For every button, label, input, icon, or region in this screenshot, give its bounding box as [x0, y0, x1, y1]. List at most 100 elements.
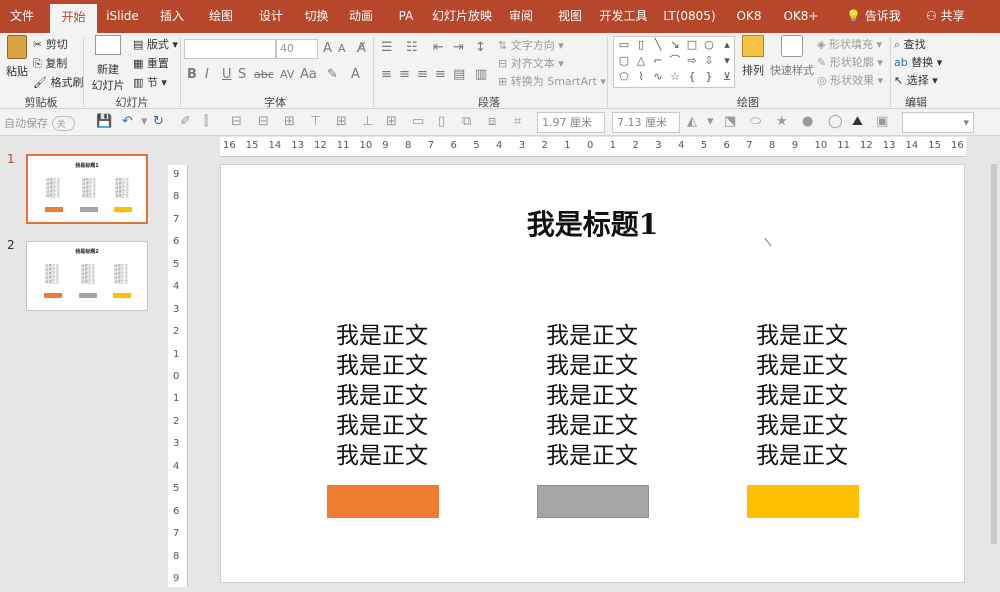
curved-connector-shape-icon[interactable]: ⌒ — [668, 55, 682, 67]
gallery-scroll-up-icon[interactable]: ▴ — [720, 39, 734, 51]
circle-icon[interactable]: ● — [802, 114, 813, 129]
tab-2[interactable]: iSlide — [97, 0, 148, 33]
find-button[interactable]: ⌕ 查找 — [894, 36, 926, 52]
highlight-icon[interactable]: ✎ — [327, 67, 338, 82]
distribute-v-icon[interactable]: ⊞ — [386, 114, 397, 129]
freeform-shape-icon[interactable]: ⌇ — [634, 71, 648, 83]
curve-shape-icon[interactable]: ∿ — [651, 71, 665, 83]
shape-icon[interactable]: ⬭ — [750, 114, 761, 129]
vertical-textbox-shape-icon[interactable]: ▯ — [634, 39, 648, 51]
horizontal-ruler[interactable]: 16 15 14 13 12 11 10 9 8 7 6 5 4 3 2 1 0 1 2 3 4 5 6 7 8 9 10 11 12 1… — [220, 137, 966, 157]
eyedropper-icon[interactable]: ✐ — [180, 114, 191, 129]
save-icon[interactable]: 💾 — [96, 114, 112, 129]
share-button[interactable]: ⚇ 共享 — [926, 0, 965, 33]
format-painter-button[interactable]: 🖌 格式刷 — [33, 74, 83, 90]
align-bottom-icon[interactable]: ⊥ — [362, 114, 373, 129]
body-text-column-3[interactable]: 我是正文 我是正文 我是正文 我是正文 我是正文 — [737, 321, 867, 471]
shape-fill-button[interactable]: ◈ 形状填充 ▾ — [817, 36, 882, 52]
align-right-h-icon[interactable]: ⊟ — [258, 114, 269, 129]
gallery-scroll-down-icon[interactable]: ▾ — [720, 55, 734, 67]
strikethrough-icon[interactable]: abc — [254, 68, 274, 81]
font-size-input[interactable]: 40 — [276, 39, 318, 59]
elbow-connector-shape-icon[interactable]: ⌐ — [651, 55, 665, 67]
line-shape-icon[interactable]: ╲ — [651, 39, 665, 51]
slide-canvas[interactable]: 我是标题1 我是正文 我是正文 我是正文 我是正文 我是正文 我是正文 我是正文 我是正文我… — [220, 164, 965, 583]
arrow-shape-icon[interactable]: ↘ — [668, 39, 682, 51]
shapes-gallery[interactable]: ▭ ▯ ╲ ↘ □ ○ ▢ △ ⌐ ⌒ ⇨ ⇩ ⬠ ⌇ ∿ ☆ { } ▴ ▾ … — [613, 36, 735, 88]
tab-12[interactable]: 开发工具 — [595, 0, 652, 33]
italic-icon[interactable]: I — [205, 67, 209, 82]
tab-10[interactable]: 审阅 — [497, 0, 545, 33]
star-shape-icon[interactable]: ☆ — [668, 71, 682, 83]
replace-button[interactable]: ab 替换 ▾ — [894, 54, 942, 70]
same-width-icon[interactable]: ▭ — [412, 114, 424, 129]
line-spacing-icon[interactable]: ↕ — [475, 40, 486, 55]
shape-width-field[interactable]: 7.13 厘米 — [612, 112, 680, 133]
increase-indent-icon[interactable]: ⇥ — [453, 40, 464, 55]
same-height-icon[interactable]: ▯ — [438, 114, 445, 129]
columns-icon[interactable]: ▥ — [475, 67, 487, 82]
tab-3[interactable]: 插入 — [148, 0, 196, 33]
triangle-shape-icon[interactable]: △ — [634, 55, 648, 67]
oval-shape-icon[interactable]: ○ — [702, 39, 716, 51]
down-arrow-shape-icon[interactable]: ⇩ — [702, 55, 716, 67]
convert-smartart-button[interactable]: ⊞ 转换为 SmartArt ▾ — [498, 73, 606, 89]
align-right-icon[interactable]: ≡ — [417, 67, 428, 82]
align-icon[interactable]: ⫿ — [204, 114, 208, 129]
layout-button[interactable]: ▤ 版式 ▾ — [133, 36, 178, 52]
rounded-rect-shape-icon[interactable]: ▢ — [617, 55, 631, 67]
align-center-h-icon[interactable]: ⊟ — [231, 114, 242, 129]
decrease-indent-icon[interactable]: ⇤ — [433, 40, 444, 55]
vertical-ruler[interactable]: 9 8 7 6 5 4 3 2 1 0 1 2 3 4 5 6 7 8 9 — [168, 165, 188, 587]
left-brace-shape-icon[interactable]: { — [685, 71, 699, 83]
cut-button[interactable]: ✂ 剪切 — [33, 36, 68, 52]
ungroup-icon[interactable]: ⧈ — [488, 114, 496, 129]
group-icon[interactable]: ⧉ — [462, 114, 471, 129]
body-text-column-2[interactable]: 我是正文 我是正文 我是正文 我是正文 我是正文 — [527, 321, 657, 471]
font-name-input[interactable] — [184, 39, 276, 59]
change-case-icon[interactable]: Aa — [300, 67, 317, 82]
new-slide-button[interactable]: 新建 幻灯片 — [87, 35, 129, 93]
body-text-column-1[interactable]: 我是正文 我是正文 我是正文 我是正文 我是正文 — [317, 321, 447, 471]
align-left-icon[interactable]: ≡ — [381, 67, 392, 82]
image-icon[interactable]: ▣ — [876, 114, 888, 129]
justify-icon[interactable]: ≡ — [435, 67, 446, 82]
tab-11[interactable]: 视图 — [545, 0, 595, 33]
tab-14[interactable]: OK8 — [727, 0, 771, 33]
tab-4[interactable]: 绘图 — [196, 0, 246, 33]
format-painter-qat-icon[interactable]: ⬔ — [724, 114, 736, 129]
color-bar-orange[interactable] — [327, 485, 439, 518]
text-direction-button[interactable]: ⇅ 文字方向 ▾ — [498, 37, 564, 53]
font-color-icon[interactable]: A — [351, 67, 360, 82]
tab-5[interactable]: 设计 — [246, 0, 296, 33]
right-arrow-shape-icon[interactable]: ⇨ — [685, 55, 699, 67]
distributed-icon[interactable]: ▤ — [453, 67, 465, 82]
underline-icon[interactable]: U — [222, 67, 232, 82]
bullets-icon[interactable]: ☰ — [381, 40, 393, 55]
pentagon-shape-icon[interactable]: ⬠ — [617, 71, 631, 83]
shadow-icon[interactable]: S — [238, 67, 246, 82]
picture-icon[interactable]: ⛰ — [852, 114, 863, 129]
undo-icon[interactable]: ↶ — [122, 114, 133, 129]
vertical-scrollbar[interactable] — [988, 164, 1000, 592]
clear-format-icon[interactable]: A̸ — [357, 41, 366, 56]
slide-thumbnail-2[interactable]: 我是标题2 我是正文 我是正文 我是正文 我是正文 我是正文 我是正文 我是正文… — [26, 241, 148, 311]
char-spacing-icon[interactable]: AV — [280, 68, 294, 81]
tab-8[interactable]: PA — [385, 0, 427, 33]
grow-font-icon[interactable]: A — [323, 41, 332, 56]
circle-outline-icon[interactable]: ◯ — [828, 114, 843, 129]
color-bar-gold[interactable] — [747, 485, 859, 518]
copy-button[interactable]: ⎘ 复制 — [33, 55, 67, 71]
paste-button[interactable]: 粘贴 — [2, 35, 32, 79]
section-button[interactable]: ▥ 节 ▾ — [133, 74, 167, 90]
undo-dropdown-icon[interactable]: ▾ — [141, 114, 148, 129]
shape-effects-button[interactable]: ◎ 形状效果 ▾ — [817, 72, 883, 88]
shape-outline-button[interactable]: ✎ 形状轮廓 ▾ — [817, 54, 883, 70]
textbox-shape-icon[interactable]: ▭ — [617, 39, 631, 51]
crop-icon[interactable]: ⌗ — [514, 114, 521, 129]
numbering-icon[interactable]: ☷ — [406, 40, 418, 55]
rectangle-shape-icon[interactable]: □ — [685, 39, 699, 51]
reset-button[interactable]: ▦ 重置 — [133, 55, 169, 71]
scrollbar-thumb[interactable] — [991, 164, 997, 544]
distribute-h-icon[interactable]: ⊞ — [284, 114, 295, 129]
